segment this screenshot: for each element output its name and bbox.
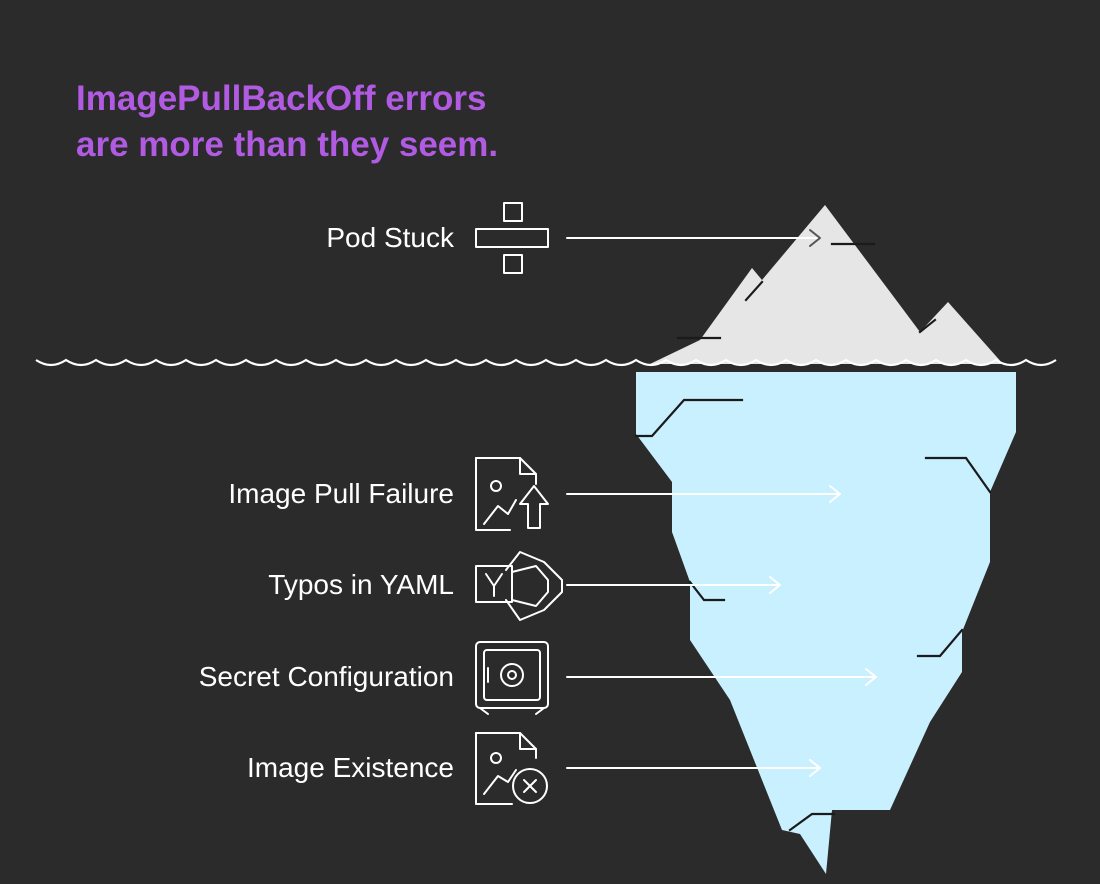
iceberg-tip: [650, 205, 1003, 364]
divide-icon: [475, 202, 549, 274]
waterline: [35, 358, 1057, 367]
yaml-shield-icon: [475, 551, 563, 621]
label-pod-stuck: Pod Stuck: [326, 222, 454, 253]
image-upload-icon: [475, 457, 549, 531]
label-image-pull-failure: Image Pull Failure: [228, 478, 454, 509]
label-secret-configuration: Secret Configuration: [198, 661, 454, 692]
iceberg-underwater: [636, 372, 1016, 874]
iceberg-diagram: [35, 202, 1057, 874]
label-image-existence: Image Existence: [247, 752, 454, 783]
image-error-icon: [475, 732, 548, 805]
label-typos-in-yaml: Typos in YAML: [268, 569, 454, 600]
safe-icon: [475, 641, 549, 715]
arrow-pod-stuck: [566, 229, 821, 247]
